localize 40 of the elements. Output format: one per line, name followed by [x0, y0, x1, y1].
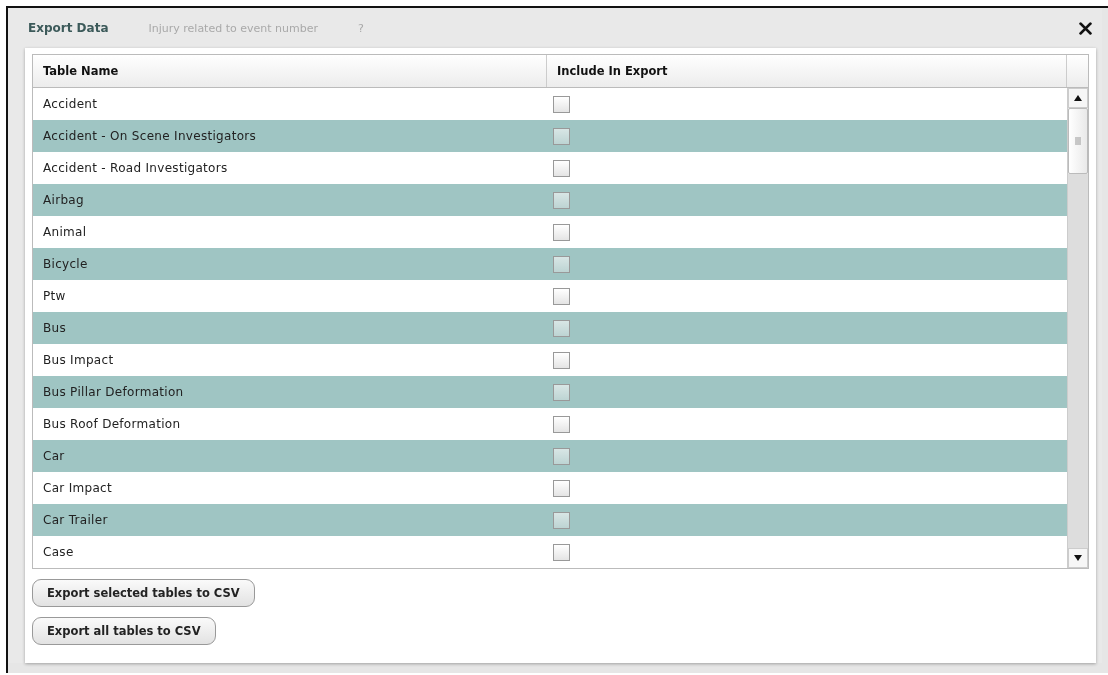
background-label: Injury related to event number: [148, 21, 318, 35]
checkbox[interactable]: [553, 479, 570, 497]
checkbox[interactable]: [553, 159, 570, 177]
checkbox[interactable]: [553, 511, 570, 529]
table-cell-text: Airbag: [42, 193, 85, 207]
table-cell-text: Bus: [42, 321, 67, 335]
dialog-title: Export Data: [28, 21, 109, 35]
scrollbar-thumb[interactable]: [1068, 108, 1088, 174]
scrollbar[interactable]: [1067, 88, 1088, 568]
export-button[interactable]: Export selected tables to CSV: [32, 579, 255, 607]
table-cell-text: Bus Impact: [42, 353, 115, 367]
table-cell-text: Animal: [42, 225, 88, 239]
table-cell-text: Car Impact: [42, 481, 113, 495]
column-header[interactable]: Table Name: [33, 55, 547, 87]
checkbox[interactable]: [553, 255, 570, 273]
column-header[interactable]: Include In Export: [547, 55, 1066, 87]
checkbox[interactable]: [553, 447, 570, 465]
checkbox[interactable]: [553, 191, 570, 209]
table-cell-text: Ptw: [42, 289, 67, 303]
checkbox[interactable]: [553, 223, 570, 241]
checkbox[interactable]: [553, 351, 570, 369]
checkbox[interactable]: [553, 95, 570, 113]
close-icon[interactable]: [1079, 21, 1092, 35]
checkbox[interactable]: [553, 319, 570, 337]
table-cell-text: Accident - Road Investigators: [42, 161, 229, 175]
table-cell-text: Bus Pillar Deformation: [42, 385, 185, 399]
checkbox[interactable]: [553, 543, 570, 561]
checkbox[interactable]: [553, 383, 570, 401]
background-label: ?: [358, 21, 364, 35]
checkbox[interactable]: [553, 287, 570, 305]
table-cell-text: Car Trailer: [42, 513, 109, 527]
table-cell-text: Accident: [42, 97, 99, 111]
export-button[interactable]: Export all tables to CSV: [32, 617, 216, 645]
table-cell-text: Bicycle: [42, 257, 89, 271]
table-cell-text: Car: [42, 449, 66, 463]
checkbox[interactable]: [553, 127, 570, 145]
table-cell-text: Case: [42, 545, 75, 559]
table-cell-text: Accident - On Scene Investigators: [42, 129, 258, 143]
table-cell-text: Bus Roof Deformation: [42, 417, 182, 431]
checkbox[interactable]: [553, 415, 570, 433]
